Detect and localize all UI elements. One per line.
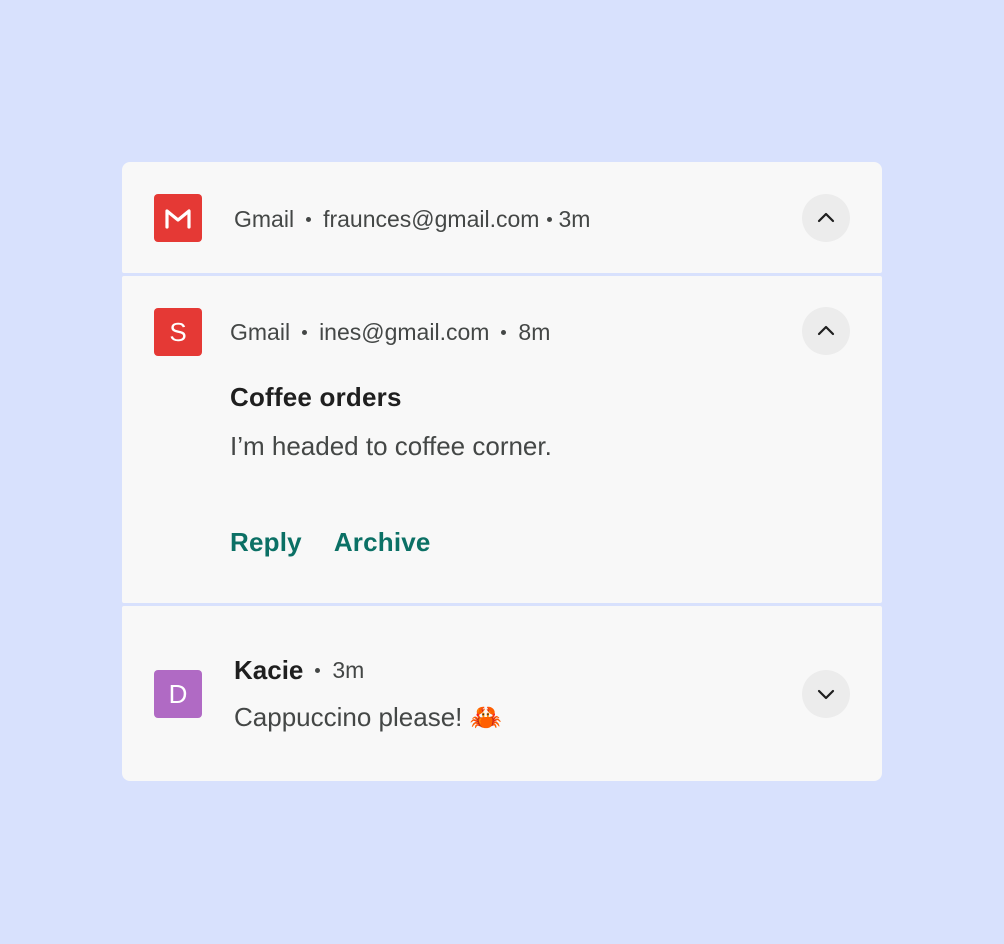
notification-time: 3m [332, 657, 365, 683]
notification-group: Gmail fraunces@gmail.com 3m S Gmail ines… [122, 162, 882, 781]
notification-meta: Gmail ines@gmail.com 8m [230, 319, 550, 346]
notification-body: I’m headed to coffee corner. [230, 431, 552, 461]
avatar: S [154, 308, 202, 356]
avatar-letter: D [168, 678, 188, 709]
avatar-letter: S [169, 316, 187, 347]
notification-collapsed[interactable]: D Kacie 3m Cappuccino please! 🦀 [122, 606, 882, 781]
account-email: fraunces@gmail.com [323, 206, 540, 232]
separator-dot [501, 330, 507, 335]
notification-meta: Kacie 3m [234, 655, 364, 686]
separator-dot [302, 330, 308, 335]
chevron-up-icon [817, 325, 835, 336]
expand-button[interactable] [802, 670, 850, 718]
notification-group-header[interactable]: Gmail fraunces@gmail.com 3m [122, 162, 882, 273]
avatar: D [154, 670, 202, 718]
notification-meta: Gmail fraunces@gmail.com 3m [234, 206, 590, 233]
app-name: Gmail [230, 319, 291, 345]
separator-dot [306, 217, 312, 222]
notification-time: 3m [558, 206, 591, 232]
sender-name: Kacie [234, 655, 304, 685]
app-name: Gmail [234, 206, 295, 232]
collapse-button[interactable] [802, 194, 850, 242]
chevron-up-icon [817, 212, 835, 223]
notification-time: 8m [518, 319, 551, 345]
notification-message: Cappuccino please! 🦀 [234, 702, 502, 732]
separator-dot [315, 668, 321, 673]
gmail-logo-icon [154, 194, 202, 242]
notification-title: Coffee orders [230, 382, 402, 412]
notification-expanded[interactable]: S Gmail ines@gmail.com 8m Coffee orders … [122, 276, 882, 603]
archive-button[interactable]: Archive [334, 527, 431, 558]
collapse-button[interactable] [802, 307, 850, 355]
separator-dot [547, 217, 553, 222]
chevron-down-icon [817, 689, 835, 700]
reply-button[interactable]: Reply [230, 527, 302, 558]
account-email: ines@gmail.com [319, 319, 490, 345]
notification-actions: Reply Archive [230, 527, 463, 558]
